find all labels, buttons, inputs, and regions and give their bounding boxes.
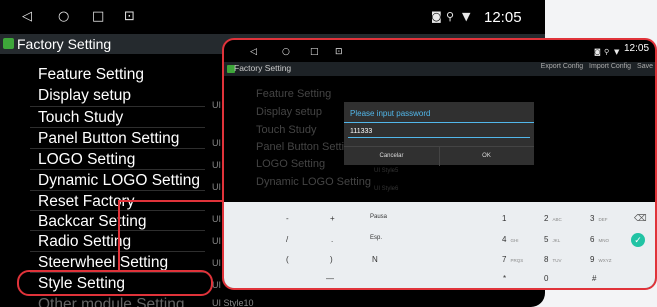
settings-app-icon	[3, 38, 14, 49]
numeric-keyboard: - / ( + . ) — Pausa Esp. N 1 2 ABC 3 DEF 4…	[224, 202, 655, 288]
password-dialog: Please input password 111333 Cancelar OK	[344, 102, 534, 166]
title-actions: Export Config Import Config Save	[537, 63, 653, 70]
key-8[interactable]: 8 TUV	[544, 255, 561, 264]
key-space-label[interactable]: Esp.	[370, 235, 382, 241]
save-button[interactable]: Save	[637, 63, 653, 70]
export-config-button[interactable]: Export Config	[541, 63, 583, 70]
menu-item-dynamic-logo-setting[interactable]: Dynamic LOGO Setting	[38, 170, 200, 192]
page-title: Factory Setting	[17, 36, 112, 52]
menu-item-feature-setting[interactable]: Feature Setting	[256, 88, 331, 100]
recents-nav-icon[interactable]: □	[92, 9, 104, 25]
ui-style-label: UI	[212, 138, 221, 148]
key-space[interactable]: —	[326, 274, 334, 283]
key-hash[interactable]: #	[592, 274, 596, 283]
key-minus[interactable]: -	[286, 214, 289, 223]
ui-style-label: UI	[212, 236, 221, 246]
connector-line	[118, 200, 222, 202]
ui-style-label: UI	[212, 280, 221, 290]
key-plus[interactable]: +	[330, 214, 335, 223]
divider	[30, 148, 205, 149]
key-slash[interactable]: /	[286, 235, 288, 244]
menu-item-panel-button-setting[interactable]: Panel Button Setting	[38, 128, 179, 150]
key-0[interactable]: 0	[544, 274, 548, 283]
dialog-title: Please input password	[350, 109, 431, 118]
clock: 12:05	[484, 9, 522, 26]
key-n[interactable]: N	[372, 255, 378, 264]
menu-item-panel-button-setting[interactable]: Panel Button Setting	[256, 141, 356, 153]
ui-style-label: UI	[212, 214, 221, 224]
ui-style-label: UI	[212, 160, 221, 170]
menu-item-feature-setting[interactable]: Feature Setting	[38, 64, 144, 86]
page-title: Factory Setting	[234, 63, 292, 73]
connector-line	[118, 200, 120, 271]
password-input[interactable]: 111333	[348, 125, 530, 138]
key-close-paren[interactable]: )	[330, 255, 333, 264]
ui-style-label: UI	[212, 258, 221, 268]
backspace-icon[interactable]: ⌫	[634, 213, 647, 224]
recents-nav-icon[interactable]: □	[310, 44, 319, 60]
ui-style-label: UI Style5	[374, 168, 399, 174]
divider	[30, 127, 205, 128]
divider	[30, 169, 205, 170]
wifi-icon: ▼	[614, 48, 620, 56]
ui-style-label: UI Style10	[212, 298, 254, 307]
menu-item-display-setup[interactable]: Display setup	[38, 85, 131, 107]
ok-button[interactable]: OK	[439, 146, 534, 166]
key-2[interactable]: 2 ABC	[544, 214, 562, 223]
divider	[30, 190, 205, 191]
import-config-button[interactable]: Import Config	[589, 63, 631, 70]
notification-icon: ◙	[594, 48, 601, 56]
location-icon: ⚲	[446, 10, 455, 23]
menu-item-dynamic-logo-setting[interactable]: Dynamic LOGO Setting	[256, 176, 371, 188]
home-nav-icon[interactable]: ○	[282, 44, 290, 60]
status-bar: ◁ ○ □ ⊡ ◙ ⚲ ▼ 12:05	[0, 0, 545, 34]
menu-item-display-setup[interactable]: Display setup	[256, 106, 322, 118]
divider	[344, 122, 534, 123]
key-4[interactable]: 4 GHI	[502, 235, 518, 244]
key-1[interactable]: 1	[502, 214, 506, 223]
status-bar: ◁ ○ □ ⊡ ◙ ⚲ ▼ 12:05	[224, 40, 655, 62]
divider	[30, 106, 205, 107]
ui-style-label: UI Style6	[374, 186, 399, 192]
ui-style-label: UI	[212, 182, 221, 192]
screenshot-icon[interactable]: ⊡	[335, 44, 343, 60]
style-setting-highlight	[17, 270, 213, 296]
location-icon: ⚲	[604, 48, 610, 56]
notification-icon: ◙	[431, 10, 442, 23]
key-6[interactable]: 6 MNO	[590, 235, 609, 244]
confirm-check-icon[interactable]: ✓	[631, 233, 645, 247]
key-star[interactable]: *	[503, 274, 506, 283]
key-5[interactable]: 5 JKL	[544, 235, 560, 244]
key-9[interactable]: 9 WXYZ	[590, 255, 611, 264]
clock: 12:05	[624, 43, 650, 54]
key-pause[interactable]: Pausa	[370, 214, 387, 220]
screenshot-icon[interactable]: ⊡	[124, 9, 135, 25]
back-nav-icon[interactable]: ◁	[22, 9, 32, 25]
menu-item-logo-setting[interactable]: LOGO Setting	[38, 149, 135, 171]
cancel-button[interactable]: Cancelar	[344, 146, 440, 166]
title-bar: Factory Setting Export Config Import Con…	[224, 62, 655, 76]
ui-style-label: UI	[212, 100, 221, 110]
key-7[interactable]: 7 PRQS	[502, 255, 523, 264]
back-nav-icon[interactable]: ◁	[250, 44, 257, 60]
password-dialog-zoom-panel: ◁ ○ □ ⊡ ◙ ⚲ ▼ 12:05 Factory Setting Expo…	[222, 38, 657, 290]
home-nav-icon[interactable]: ○	[58, 9, 69, 25]
key-period[interactable]: .	[331, 235, 333, 244]
key-open-paren[interactable]: (	[286, 255, 289, 264]
key-3[interactable]: 3 DEF	[590, 214, 607, 223]
menu-item-logo-setting[interactable]: LOGO Setting	[256, 158, 325, 170]
wifi-icon: ▼	[462, 10, 471, 23]
menu-item-touch-study[interactable]: Touch Study	[38, 107, 123, 129]
menu-item-touch-study[interactable]: Touch Study	[256, 124, 317, 136]
